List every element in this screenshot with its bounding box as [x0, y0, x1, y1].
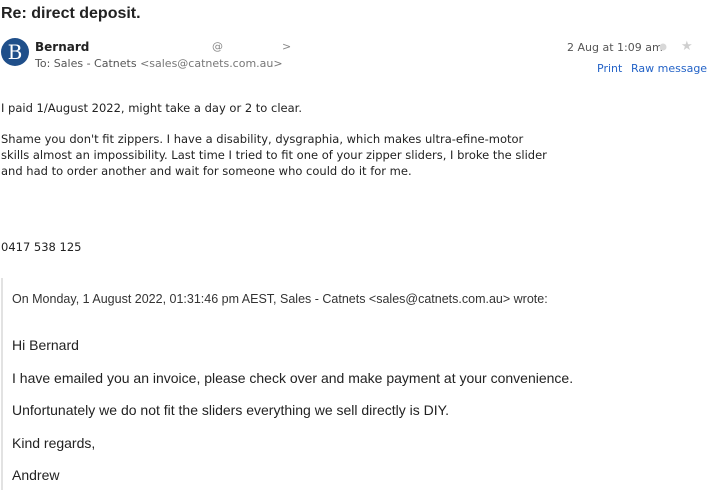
message-line: Shame you don't fit zippers. I have a di…	[1, 132, 524, 146]
quoted-regards: Kind regards,	[12, 435, 96, 451]
recipient-line: To: Sales - Catnets <sales@catnets.com.a…	[35, 57, 283, 70]
svg-text:B: B	[8, 40, 23, 64]
quoted-greeting: Hi Bernard	[12, 337, 79, 353]
raw-message-link[interactable]: Raw message	[631, 62, 707, 75]
sender-avatar[interactable]: B	[1, 38, 29, 66]
signature-phone: 0417 538 125	[1, 240, 82, 254]
message-date: 2 Aug at 1:09 am	[567, 41, 663, 54]
email-subject: Re: direct deposit.	[1, 5, 141, 22]
unread-dot-icon[interactable]	[658, 42, 668, 52]
message-line: skills almost an impossibility. Last tim…	[1, 148, 547, 162]
quoted-signoff: Andrew	[12, 467, 60, 483]
sender-name[interactable]: Bernard	[35, 40, 89, 54]
message-line: and had to order another and wait for so…	[1, 164, 412, 178]
quoted-line: I have emailed you an invoice, please ch…	[12, 370, 574, 386]
to-label: To:	[35, 57, 51, 70]
print-link[interactable]: Print	[597, 62, 622, 75]
quoted-header: On Monday, 1 August 2022, 01:31:46 pm AE…	[12, 292, 548, 306]
message-line-payment: I paid 1/August 2022, might take a day o…	[1, 101, 302, 115]
expand-details-chevron-icon[interactable]: >	[282, 40, 291, 53]
sender-email-at: @	[212, 40, 223, 53]
star-icon[interactable]: ★	[681, 40, 693, 53]
avatar-letter-icon: B	[8, 40, 23, 64]
recipient-email[interactable]: <sales@catnets.com.au>	[140, 57, 283, 70]
quoted-line: Unfortunately we do not fit the sliders …	[12, 402, 450, 418]
quote-divider	[1, 278, 3, 490]
recipient-name[interactable]: Sales - Catnets	[54, 57, 137, 70]
